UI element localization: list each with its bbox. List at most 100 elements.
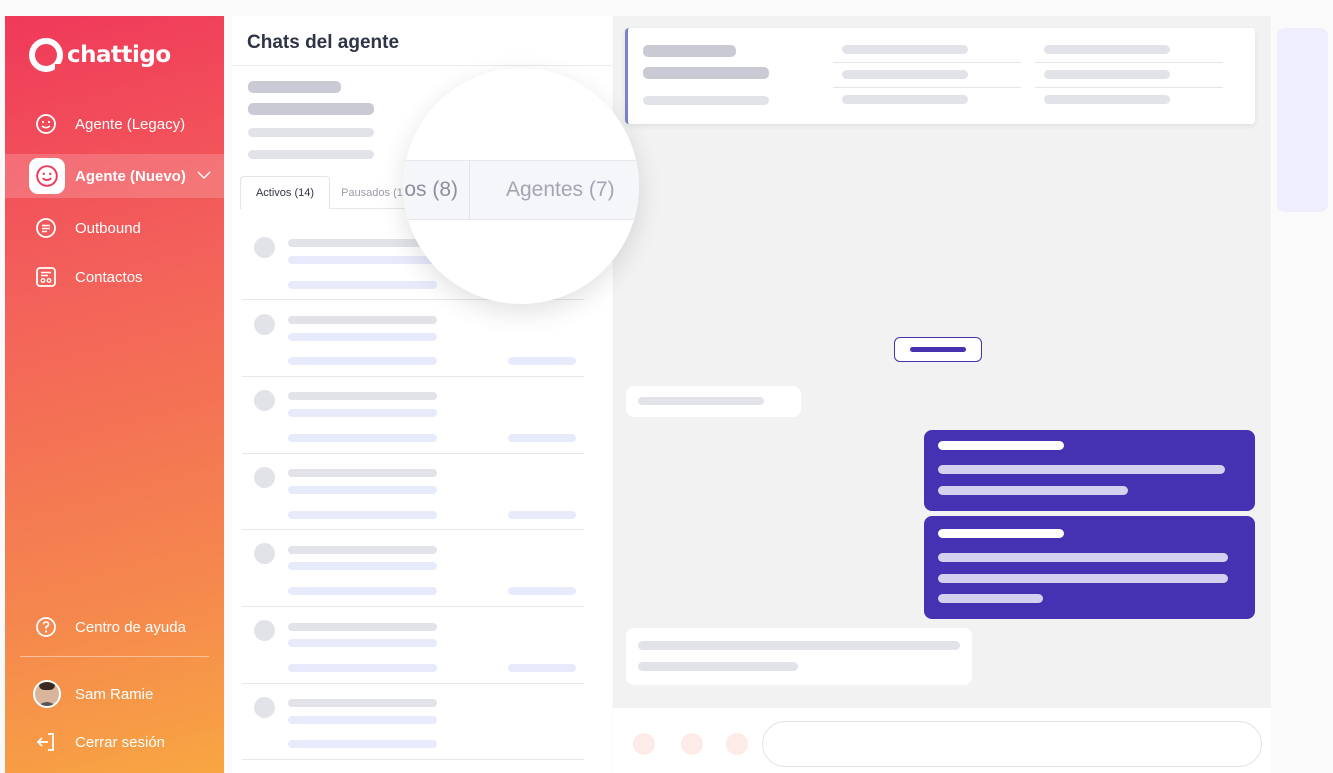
message-input[interactable] (762, 721, 1262, 767)
right-side-panel (1271, 16, 1333, 773)
avatar-placeholder (254, 620, 275, 641)
skeleton-line (288, 546, 437, 554)
skeleton-line (288, 486, 437, 494)
skeleton-line (248, 103, 374, 115)
skeleton-line (643, 67, 769, 79)
skeleton-line (938, 553, 1228, 562)
row-divider (242, 759, 584, 760)
sidebar-item-contactos[interactable]: Contactos (5, 255, 224, 299)
skeleton-line (288, 333, 437, 341)
chevron-down-icon[interactable] (196, 167, 212, 187)
sidebar-divider (20, 656, 209, 657)
brand-name: chattigo (67, 42, 171, 68)
skeleton-line (288, 699, 437, 707)
skeleton-line (508, 434, 576, 442)
help-center-label: Centro de ayuda (75, 618, 186, 636)
conversation-panel (613, 16, 1271, 708)
avatar-placeholder (254, 237, 275, 258)
sidebar-item-label: Contactos (75, 268, 143, 286)
row-divider (242, 529, 584, 530)
card-divider (833, 87, 1021, 88)
date-separator (894, 337, 982, 362)
tab-partial-magnified[interactable]: os (8) (403, 160, 470, 220)
page-title: Chats del agente (247, 32, 400, 53)
skeleton-line (508, 587, 576, 595)
skeleton-line (248, 81, 341, 93)
skeleton-line (1044, 70, 1170, 79)
brand-logo[interactable]: chattigo (29, 38, 171, 74)
logout-icon (35, 731, 57, 753)
conversation-header-card (625, 28, 1255, 124)
skeleton-line (1044, 45, 1170, 54)
skeleton-line (288, 239, 437, 247)
tab-pausados[interactable]: Pausados (1 (332, 176, 412, 209)
skeleton-line (938, 594, 1043, 603)
skeleton-line (288, 639, 437, 647)
skeleton-line (938, 465, 1225, 474)
smiley-chat-icon (35, 113, 57, 135)
skeleton-line (248, 150, 374, 159)
skeleton-line (938, 574, 1228, 583)
row-divider (242, 683, 584, 684)
attachment-icon[interactable] (633, 733, 655, 755)
sidebar-item-agente-nuevo[interactable]: Agente (Nuevo) (5, 154, 224, 198)
skeleton-line (288, 562, 437, 570)
chattigo-logo-icon (29, 38, 65, 74)
skeleton-line (842, 95, 968, 104)
skeleton-line (643, 45, 736, 57)
row-divider (242, 606, 584, 607)
skeleton-line (288, 740, 437, 748)
help-center-link[interactable]: Centro de ayuda (5, 605, 224, 649)
app-window: chattigo Agente (Legacy) Agente (Nuevo) … (0, 0, 1333, 773)
sidebar-item-label: Agente (Nuevo) (75, 167, 186, 185)
skeleton-line (288, 357, 437, 365)
skeleton-line (288, 434, 437, 442)
skeleton-line (938, 486, 1128, 495)
contact-card-icon (35, 266, 57, 288)
avatar (33, 680, 61, 708)
avatar-placeholder (254, 697, 275, 718)
incoming-message (626, 628, 972, 685)
skeleton-line (638, 641, 960, 650)
sidebar-item-label: Outbound (75, 219, 141, 237)
tab-divider (469, 160, 470, 220)
header-divider (232, 65, 612, 66)
message-lines-icon (35, 217, 57, 239)
help-circle-icon (35, 616, 57, 638)
sidebar-item-outbound[interactable]: Outbound (5, 206, 224, 250)
card-divider (1035, 87, 1223, 88)
skeleton-line (288, 409, 437, 417)
skeleton-line (842, 45, 968, 54)
skeleton-line (1044, 95, 1170, 104)
skeleton-line (638, 662, 798, 671)
skeleton-line (638, 397, 764, 405)
skeleton-line (842, 70, 968, 79)
avatar-placeholder (254, 390, 275, 411)
skeleton-line (288, 281, 437, 289)
skeleton-line (643, 96, 769, 105)
outgoing-message (924, 430, 1255, 511)
row-divider (242, 376, 584, 377)
user-profile[interactable]: Sam Ramie (5, 672, 224, 716)
skeleton-line (288, 623, 437, 631)
skeleton-line (508, 357, 576, 365)
emoji-icon[interactable] (681, 733, 703, 755)
avatar-placeholder (254, 543, 275, 564)
skeleton-line (938, 441, 1064, 450)
skeleton-line (288, 392, 437, 400)
skeleton-line (288, 587, 437, 595)
skeleton-line (248, 128, 374, 137)
card-divider (833, 62, 1021, 63)
logout-button[interactable]: Cerrar sesión (5, 720, 224, 764)
logout-label: Cerrar sesión (75, 733, 166, 751)
tab-activos[interactable]: Activos (14) (240, 176, 330, 209)
incoming-message (626, 386, 801, 417)
smiley-chat-icon (29, 158, 65, 194)
tab-agentes[interactable]: Agentes (7) (506, 160, 615, 220)
template-icon[interactable] (726, 733, 748, 755)
outgoing-message (924, 516, 1255, 619)
skeleton-line (508, 511, 576, 519)
skeleton-line (288, 469, 437, 477)
user-name: Sam Ramie (75, 685, 154, 703)
sidebar-item-agente-legacy[interactable]: Agente (Legacy) (5, 102, 224, 146)
